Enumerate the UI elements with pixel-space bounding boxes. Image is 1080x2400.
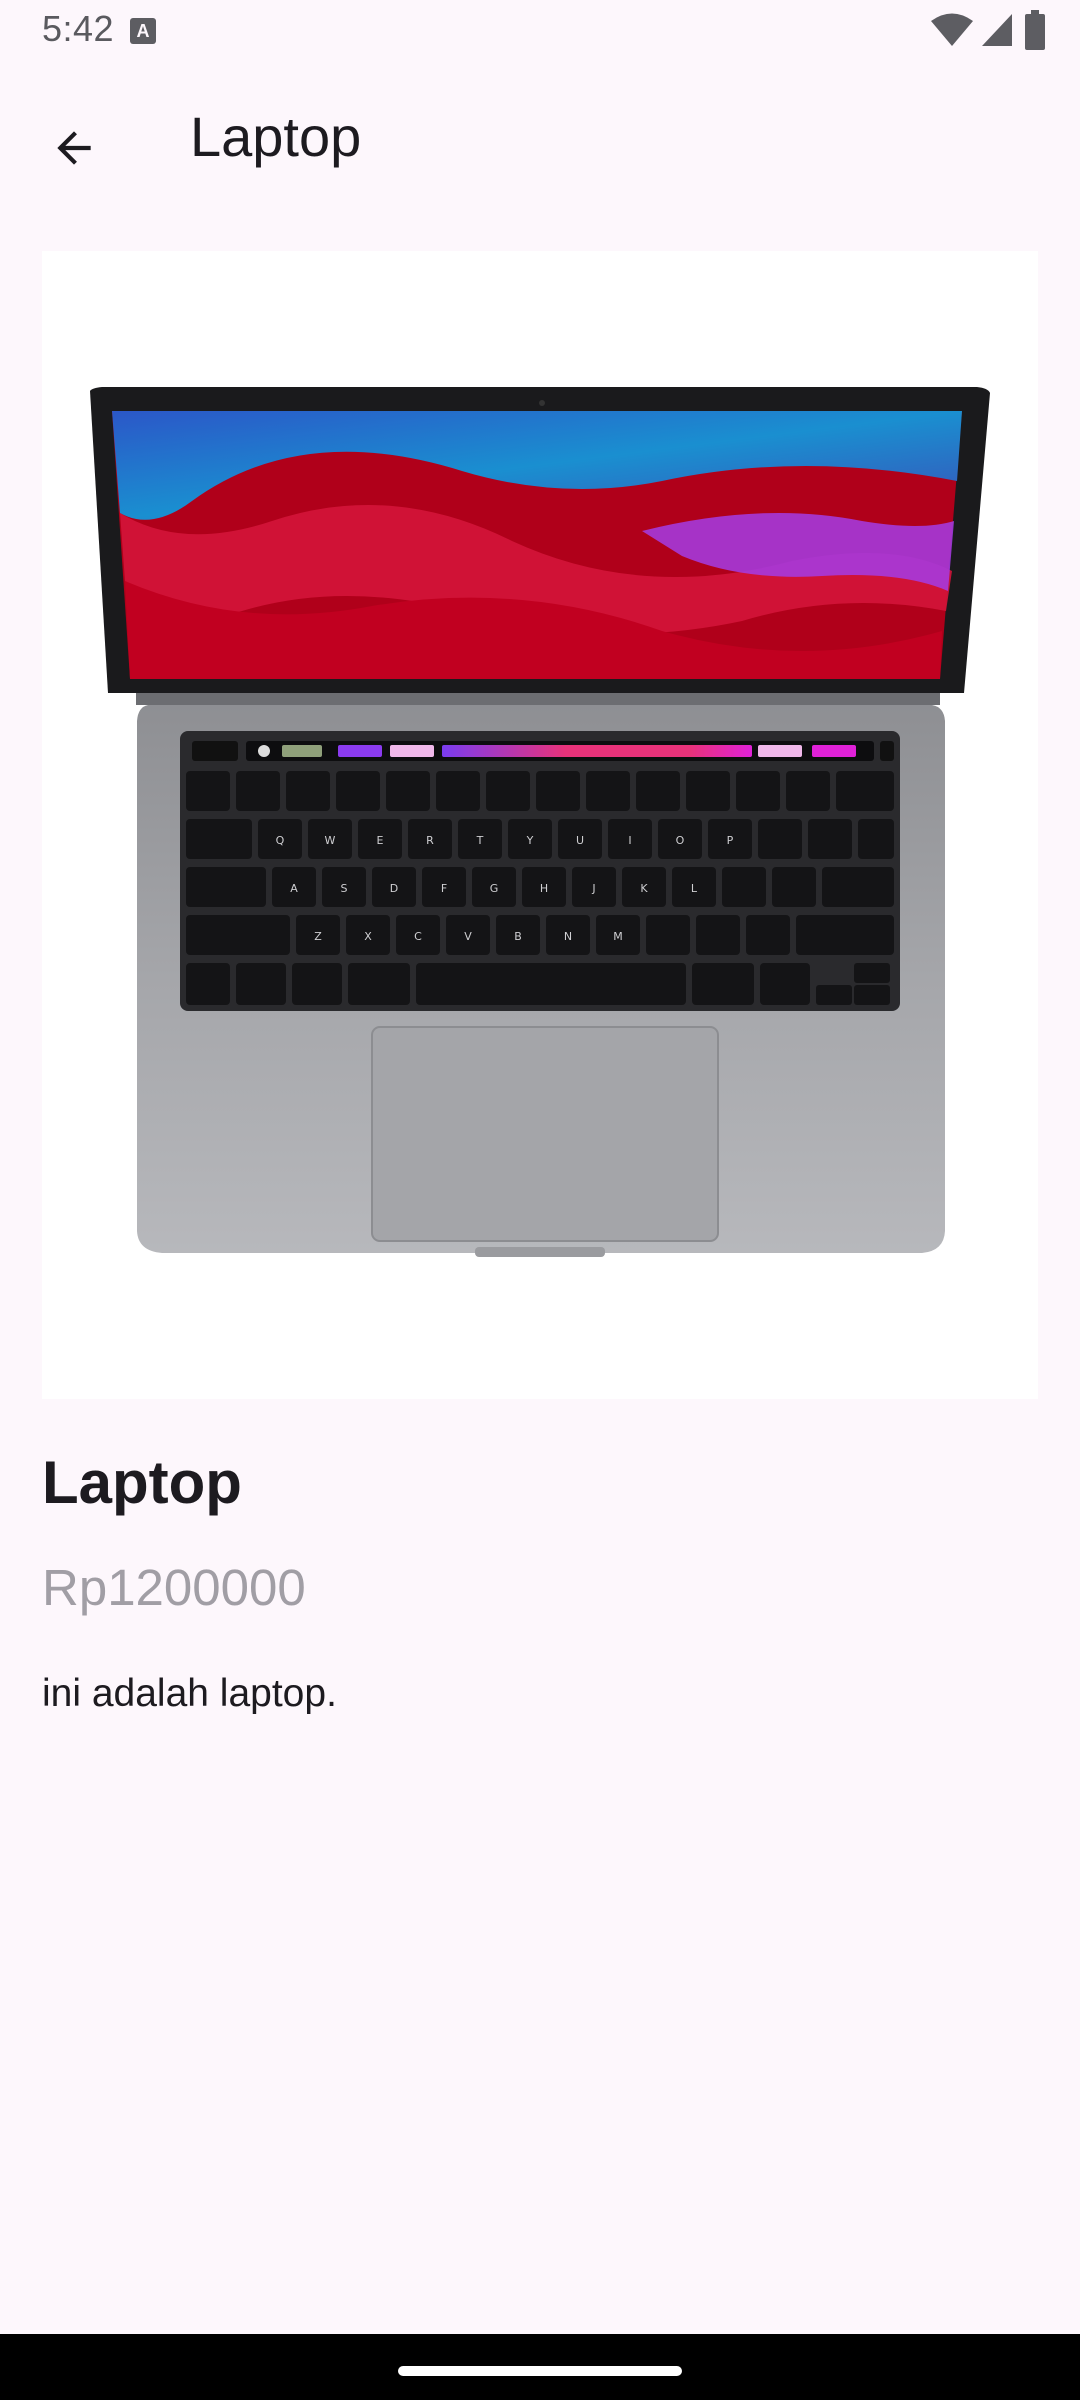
svg-text:I: I xyxy=(628,834,631,847)
svg-text:Q: Q xyxy=(276,834,285,847)
wifi-icon xyxy=(931,13,973,46)
product-description: ini adalah laptop. xyxy=(42,1672,337,1715)
svg-text:H: H xyxy=(540,882,548,895)
svg-text:P: P xyxy=(727,834,734,847)
back-button[interactable] xyxy=(24,98,124,198)
svg-text:F: F xyxy=(441,882,447,895)
product-price: Rp1200000 xyxy=(42,1559,306,1616)
svg-text:T: T xyxy=(476,834,484,847)
svg-text:W: W xyxy=(325,834,336,847)
status-time: 5:42 xyxy=(42,8,115,49)
status-bar: 5:42 A xyxy=(0,0,1080,64)
svg-text:A: A xyxy=(290,882,298,895)
svg-text:J: J xyxy=(591,882,595,895)
svg-text:D: D xyxy=(390,882,398,895)
app-bar: Laptop xyxy=(0,64,1080,208)
svg-text:K: K xyxy=(640,882,648,895)
laptop-image: Q W E R T Y U I O P A S D F G H J K L Z X C V B N M xyxy=(42,251,1038,1399)
system-nav-bar xyxy=(0,2334,1080,2400)
svg-text:O: O xyxy=(676,834,685,847)
svg-text:C: C xyxy=(414,930,422,943)
svg-text:X: X xyxy=(364,930,372,943)
svg-text:V: V xyxy=(464,930,472,943)
svg-text:M: M xyxy=(613,930,623,943)
product-detail-screen: 5:42 A Laptop Q W E R T Y U I O P A S D … xyxy=(0,0,1080,2400)
svg-text:B: B xyxy=(514,930,522,943)
svg-text:Y: Y xyxy=(526,834,534,847)
page-title: Laptop xyxy=(190,105,362,168)
svg-text:S: S xyxy=(341,882,348,895)
svg-text:U: U xyxy=(576,834,584,847)
svg-text:R: R xyxy=(426,834,434,847)
signal-icon xyxy=(982,14,1012,46)
battery-icon xyxy=(1025,10,1045,50)
status-icons xyxy=(880,0,1080,64)
svg-text:E: E xyxy=(377,834,384,847)
arrow-back-icon xyxy=(57,131,91,165)
svg-text:G: G xyxy=(490,882,499,895)
svg-text:N: N xyxy=(564,930,572,943)
notification-a-icon: A xyxy=(130,18,156,44)
product-name: Laptop xyxy=(42,1449,242,1516)
home-gesture-handle[interactable] xyxy=(398,2366,682,2376)
svg-text:Z: Z xyxy=(314,930,322,943)
svg-text:L: L xyxy=(691,882,698,895)
